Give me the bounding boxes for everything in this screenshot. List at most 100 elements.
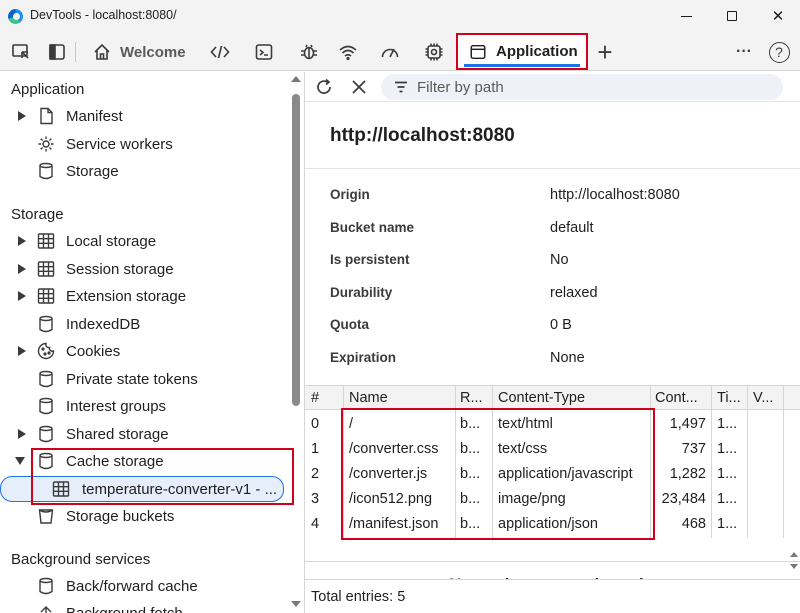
application-sidebar: Application Manifest Service workers Sto… (0, 72, 305, 613)
expand-arrow-icon[interactable] (18, 236, 26, 246)
grid-icon (37, 260, 55, 278)
network-wifi-icon (339, 45, 357, 61)
sidebar-item-session-storage[interactable]: Session storage (0, 256, 290, 282)
tab-welcome[interactable]: Welcome (86, 37, 192, 67)
minimize-button[interactable] (663, 0, 709, 32)
sidebar-scrollbar[interactable] (290, 72, 302, 613)
tab-sources[interactable] (296, 39, 322, 65)
minimize-icon (680, 15, 692, 17)
scroll-down-arrow-icon[interactable] (291, 601, 301, 607)
column-header-index[interactable]: # (311, 390, 339, 406)
sidebar-item-service-workers[interactable]: Service workers (0, 131, 290, 157)
close-icon: ✕ (771, 8, 785, 25)
sidebar-item-cookies[interactable]: Cookies (0, 338, 290, 364)
filter-icon (395, 81, 407, 93)
column-header-vary[interactable]: V... (753, 390, 779, 406)
scroll-up-arrow-icon[interactable] (291, 76, 301, 82)
help-button[interactable]: ? (766, 39, 792, 65)
sidebar-item-label: Service workers (66, 135, 173, 153)
sidebar-item-indexeddb[interactable]: IndexedDB (0, 311, 290, 337)
database-icon (37, 425, 55, 443)
detail-row-quota: Quota 0 B (330, 317, 790, 339)
cell-content-length: 468 (681, 516, 706, 532)
tab-application[interactable]: Application (456, 33, 588, 70)
plus-icon: + (597, 36, 613, 67)
sidebar-item-manifest[interactable]: Manifest (0, 103, 290, 129)
database-icon (37, 397, 55, 415)
sidebar-item-label: Extension storage (66, 287, 187, 305)
console-icon (255, 44, 273, 60)
cell-index: 2 (311, 466, 320, 482)
inspect-element-button[interactable] (8, 39, 34, 65)
tab-memory[interactable] (421, 39, 447, 65)
filter-by-path-field[interactable] (381, 74, 783, 100)
close-icon (352, 80, 366, 94)
expand-arrow-icon[interactable] (18, 264, 26, 274)
scroll-up-arrow-icon[interactable] (790, 552, 798, 557)
detail-key: Quota (330, 317, 369, 332)
title-divider (305, 168, 800, 169)
column-header-name[interactable]: Name (349, 390, 455, 406)
sidebar-item-interest-groups[interactable]: Interest groups (0, 393, 290, 419)
column-header-response-type[interactable]: R... (460, 390, 490, 406)
expand-arrow-icon[interactable] (18, 346, 26, 356)
detail-row-durability: Durability relaxed (330, 285, 790, 307)
section-heading-application: Application (11, 81, 85, 98)
collapse-arrow-icon[interactable] (15, 457, 25, 465)
tab-console[interactable] (251, 39, 277, 65)
maximize-button[interactable] (709, 0, 755, 32)
sidebar-item-label: Session storage (66, 260, 174, 278)
detail-key: Bucket name (330, 220, 415, 235)
tab-elements[interactable] (207, 39, 233, 65)
sidebar-item-storage-buckets[interactable]: Storage buckets (0, 503, 290, 529)
scrollbar-thumb[interactable] (292, 94, 300, 406)
sidebar-item-label: Shared storage (66, 425, 169, 443)
close-button[interactable]: ✕ (755, 0, 800, 32)
table-header: # Name R... Content-Type Cont... Ti... V… (305, 385, 800, 410)
cell-time-cached: 1... (717, 441, 738, 457)
refresh-button[interactable] (313, 76, 335, 98)
more-tools-button[interactable]: + (592, 36, 618, 67)
sidebar-item-shared-storage[interactable]: Shared storage (0, 421, 290, 447)
customize-menu-button[interactable]: ··· (731, 39, 757, 65)
sidebar-item-private-state-tokens[interactable]: Private state tokens (0, 366, 290, 392)
bucket-icon (37, 507, 55, 525)
sidebar-item-back-forward-cache[interactable]: Back/forward cache (0, 573, 290, 599)
highlight-annotation-cache (31, 448, 294, 505)
devtools-toolbar: Welcome Application + ··· ? (0, 32, 800, 71)
expand-arrow-icon[interactable] (18, 291, 26, 301)
detail-key: Durability (330, 285, 393, 300)
cell-index: 3 (311, 491, 320, 507)
tab-performance[interactable] (377, 39, 403, 65)
section-heading-background-services: Background services (11, 551, 151, 568)
sidebar-item-label: Interest groups (66, 397, 167, 415)
detail-row-is-persistent: Is persistent No (330, 252, 790, 274)
sources-bug-icon (301, 44, 317, 60)
expand-arrow-icon[interactable] (18, 429, 26, 439)
column-header-content-length[interactable]: Cont... (655, 390, 707, 406)
expand-arrow-icon[interactable] (18, 111, 26, 121)
elements-icon (210, 45, 230, 59)
document-icon (37, 107, 55, 125)
database-icon (37, 162, 55, 180)
edge-logo-icon (8, 9, 23, 24)
cell-index: 0 (311, 416, 320, 432)
sidebar-item-extension-storage[interactable]: Extension storage (0, 283, 290, 309)
sidebar-item-local-storage[interactable]: Local storage (0, 228, 290, 254)
cell-time-cached: 1... (717, 416, 738, 432)
sidebar-item-background-fetch[interactable]: Background fetch (0, 600, 290, 613)
filter-input[interactable] (417, 78, 757, 96)
cell-index: 1 (311, 441, 320, 457)
tab-network[interactable] (335, 39, 361, 65)
sidebar-item-storage[interactable]: Storage (0, 158, 290, 184)
column-header-time-cached[interactable]: Ti... (717, 390, 745, 406)
column-header-content-type[interactable]: Content-Type (498, 390, 650, 406)
toggle-drawer-button[interactable] (44, 39, 70, 65)
cell-content-length: 23,484 (661, 491, 706, 507)
preview-divider[interactable] (305, 561, 800, 562)
cell-time-cached: 1... (717, 516, 738, 532)
sidebar-item-label: Local storage (66, 232, 157, 250)
inspect-icon (12, 44, 29, 59)
cell-time-cached: 1... (717, 466, 738, 482)
delete-selected-button[interactable] (348, 76, 370, 98)
